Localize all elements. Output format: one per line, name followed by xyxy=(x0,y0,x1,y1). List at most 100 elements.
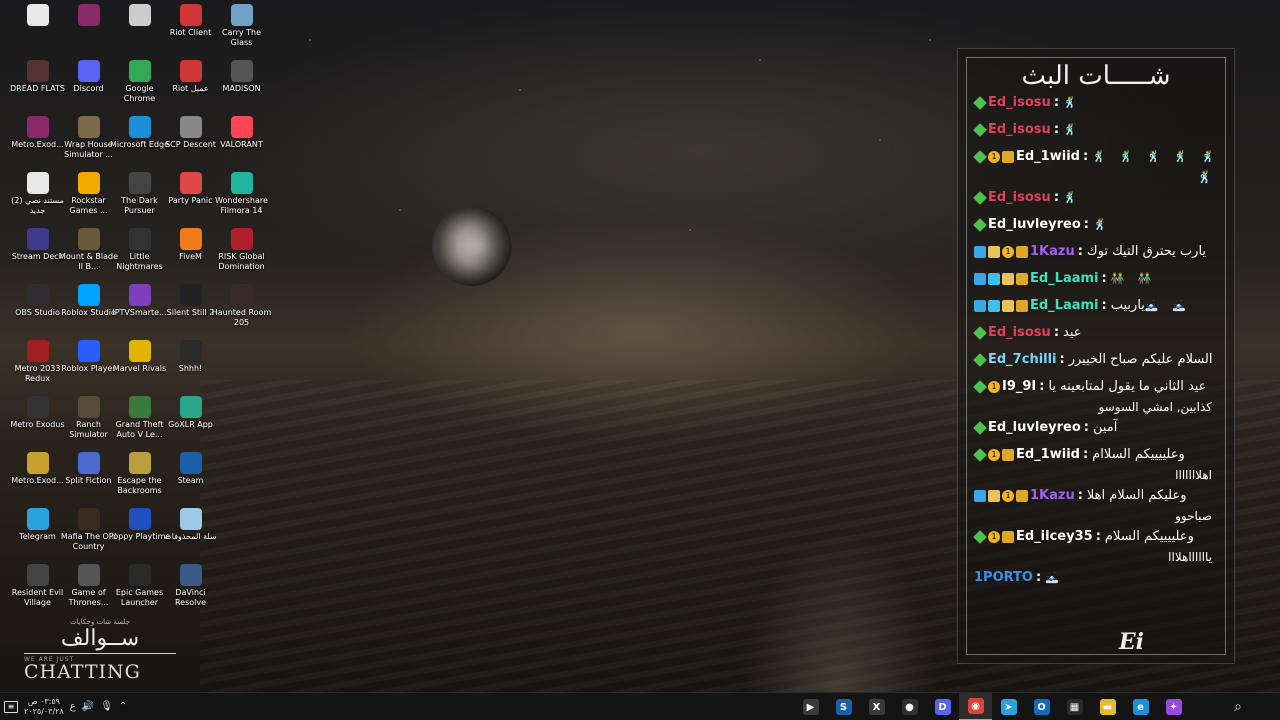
desktop-icon[interactable]: Resident Evil Village xyxy=(12,560,63,616)
steam-icon: S xyxy=(835,699,852,715)
chat-username: 1Kazu xyxy=(1030,488,1075,503)
search-icon[interactable]: ⌕ xyxy=(1234,699,1242,715)
desktop-icon[interactable]: RISK Global Domination xyxy=(216,224,267,280)
doc-icon xyxy=(26,172,49,194)
desktop-icon[interactable]: Roblox Player xyxy=(61,336,116,392)
chat-separator: : xyxy=(1059,352,1065,367)
taskbar-app[interactable]: ▬ xyxy=(1091,693,1124,720)
desktop-icon[interactable]: Marvel Rivals xyxy=(113,336,166,392)
desktop-icon[interactable]: Discord xyxy=(63,56,114,112)
desktop-icon[interactable]: MADiSON xyxy=(216,56,267,112)
desktop-icon[interactable]: Riot Client xyxy=(165,0,216,56)
desktop-icon[interactable]: Carry The Glass xyxy=(216,0,267,56)
taskbar-app[interactable]: ✦ xyxy=(1157,693,1190,720)
chat-text: وعليكم السلام اهلا xyxy=(1086,488,1187,503)
desktop-icon[interactable]: Google Chrome xyxy=(114,56,165,112)
desktop-icon[interactable]: Microsoft Edge xyxy=(110,112,169,168)
taskbar-app[interactable]: ◉ xyxy=(959,693,992,720)
desktop-icon[interactable]: Shhh! xyxy=(165,336,216,392)
desktop-icon[interactable]: SCP Descent xyxy=(165,112,216,168)
desktop-icon[interactable]: Mafia The Old Country xyxy=(61,504,116,560)
desktop-icon[interactable]: Riot عميل xyxy=(165,56,216,112)
chat-username: Ed_luvleyreo xyxy=(988,217,1081,232)
taskbar-app[interactable]: ● xyxy=(893,693,926,720)
desktop-icon[interactable]: Metro.Exod... xyxy=(11,448,64,504)
desktop-icon xyxy=(216,392,267,448)
volume-icon[interactable]: 🔊 xyxy=(82,701,94,712)
diamond-badge-icon xyxy=(973,191,987,205)
desktop-icon[interactable]: DaVinci Resolve xyxy=(165,560,216,616)
chat-username: Ed_isosu xyxy=(988,95,1051,110)
desktop-icon[interactable]: Game of Thrones... xyxy=(63,560,114,616)
taskbar-app[interactable]: ➤ xyxy=(992,693,1025,720)
chat-text: وعلييييكم السلام xyxy=(1104,529,1194,544)
desktop-icon[interactable]: Mount & Blade II B... xyxy=(59,224,118,280)
desktop-icon[interactable]: Little Nightmares xyxy=(114,224,165,280)
desktop-icon[interactable] xyxy=(63,0,114,56)
chevron-up-icon[interactable]: ⌃ xyxy=(119,701,127,712)
desktop-icon[interactable]: Stream Deck xyxy=(12,224,63,280)
microphone-icon[interactable]: 🎙 xyxy=(100,701,113,712)
desktop-icon[interactable]: سلة المحذوفات xyxy=(164,504,217,560)
game-icon xyxy=(26,340,49,362)
taskbar-app[interactable]: ▶ xyxy=(794,693,827,720)
taskbar-app[interactable]: e xyxy=(1124,693,1157,720)
taskbar-app[interactable]: S xyxy=(827,693,860,720)
chat-message: 1 1Kazu: وعليكم السلام اهلا صباحوو xyxy=(974,486,1222,526)
xbox-icon: X xyxy=(868,699,885,715)
chat-separator: : xyxy=(1039,379,1045,394)
desktop-icon[interactable]: Wrap House Simulator ... xyxy=(63,112,114,168)
desktop-icon[interactable]: DREAD FLATS xyxy=(10,56,65,112)
taskbar-app[interactable]: ▦ xyxy=(1058,693,1091,720)
taskbar-app[interactable]: O xyxy=(1025,693,1058,720)
circle-badge-icon: 1 xyxy=(988,449,1000,461)
desktop-icon[interactable]: مستند نصي (2) جديد xyxy=(11,168,64,224)
chat-emotes: 🕺 🕺 🕺 🕺 🕺 xyxy=(1092,150,1220,163)
game-icon xyxy=(128,508,151,530)
desktop-icon[interactable]: Epic Games Launcher xyxy=(114,560,165,616)
desktop-icon[interactable]: Ranch Simulator xyxy=(63,392,114,448)
desktop-icon[interactable] xyxy=(114,0,165,56)
desktop-icon[interactable]: Steam xyxy=(165,448,216,504)
desktop-icon[interactable]: IPTVSmarte... xyxy=(112,280,167,336)
copilot-icon: ✦ xyxy=(1165,699,1182,715)
chat-username: Ed_isosu xyxy=(988,325,1051,340)
crown-badge-icon xyxy=(1016,490,1028,502)
taskbar-app[interactable]: X xyxy=(860,693,893,720)
desktop-icon[interactable]: Metro.Exod... xyxy=(11,112,64,168)
desktop-icon[interactable]: Poppy Playtime xyxy=(109,504,170,560)
chat-text: عيد xyxy=(1063,325,1082,340)
desktop-icon xyxy=(216,336,267,392)
desktop-icon[interactable]: Wondershare Filmora 14 xyxy=(215,168,268,224)
desktop-icon[interactable]: Split Fiction xyxy=(63,448,114,504)
desktop-icon[interactable]: Rockstar Games ... xyxy=(63,168,114,224)
notification-icon[interactable]: ≡ xyxy=(4,700,18,713)
desktop-icon-label: Carry The Glass xyxy=(221,28,262,47)
desktop-icon[interactable]: FiveM xyxy=(165,224,216,280)
media-player-icon: ▶ xyxy=(802,699,819,715)
clock[interactable]: ٠٣:٥٩ ص ٢٠٢٥/٠٣/٢٨ xyxy=(24,697,64,717)
desktop-icon[interactable]: GoXLR App xyxy=(165,392,216,448)
desktop-icon[interactable] xyxy=(12,0,63,56)
chat-text-continued: اهلااااااا xyxy=(1175,468,1212,482)
crown-badge-icon xyxy=(1016,273,1028,285)
blue-badge-icon xyxy=(974,300,986,312)
desktop-icon[interactable]: Escape the Backrooms xyxy=(114,448,165,504)
desktop-icon[interactable]: Haunted Room 205 xyxy=(212,280,271,336)
desktop-icon[interactable]: Silent Still 2 xyxy=(165,280,216,336)
desktop-icon[interactable]: Metro 2033 Redux xyxy=(12,336,63,392)
desktop-icon[interactable]: Metro Exodus xyxy=(10,392,65,448)
desktop-icon[interactable]: Telegram xyxy=(12,504,63,560)
taskbar-app[interactable]: D xyxy=(926,693,959,720)
desktop-icon[interactable]: Party Panic xyxy=(165,168,216,224)
desktop-icon[interactable]: Grand Theft Auto V Le... xyxy=(114,392,165,448)
desktop-icon[interactable]: OBS Studio xyxy=(12,280,63,336)
game-icon xyxy=(179,116,202,138)
desktop-icon[interactable]: Roblox Studio xyxy=(61,280,116,336)
desktop-icon[interactable]: The Dark Pursuer xyxy=(114,168,165,224)
chat-separator: : xyxy=(1083,420,1089,435)
chat-username: Ed_isosu xyxy=(988,122,1051,137)
desktop-icon[interactable]: VALORANT xyxy=(216,112,267,168)
clock-time: ٠٣:٥٩ ص xyxy=(27,696,60,706)
input-language[interactable]: ع xyxy=(70,701,76,712)
